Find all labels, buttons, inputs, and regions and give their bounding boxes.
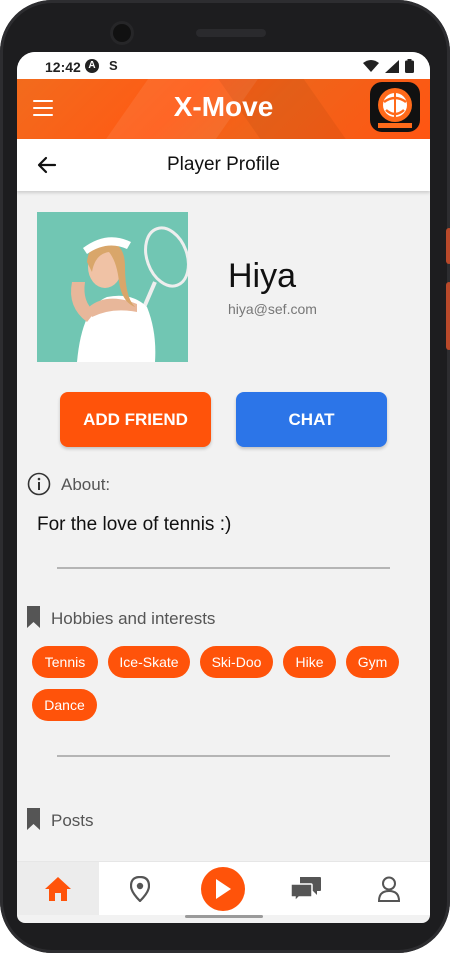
posts-label: Posts <box>51 811 94 830</box>
screen: 12:42 A S X-Move Player Profile Hiya hiy… <box>17 52 430 923</box>
location-pin-icon <box>130 875 150 902</box>
hobby-chip: Tennis <box>32 646 98 678</box>
play-button <box>201 866 245 911</box>
hobby-chip: Gym <box>346 646 399 678</box>
nav-profile[interactable] <box>348 862 430 915</box>
status-bar: 12:42 A S <box>17 52 430 79</box>
about-label: About: <box>61 475 111 494</box>
nav-chat[interactable] <box>265 862 347 915</box>
hobby-chip: Ski-Doo <box>200 646 273 678</box>
hobby-chip: Dance <box>32 689 97 721</box>
hobby-chip: Ice-Skate <box>108 646 190 678</box>
profile-email: hiya@sef.com <box>228 301 317 317</box>
hobbies-label: Hobbies and interests <box>51 609 216 628</box>
app-title: X-Move <box>173 91 274 122</box>
wifi-icon <box>363 59 379 72</box>
page-title: Player Profile <box>167 154 280 175</box>
home-icon <box>45 876 71 901</box>
divider <box>57 567 390 569</box>
speaker-grille <box>196 29 266 37</box>
volume-button <box>446 228 450 264</box>
add-friend-button[interactable]: ADD FRIEND <box>60 392 211 447</box>
battery-icon <box>405 59 414 73</box>
hobby-chip: Hike <box>283 646 336 678</box>
power-button <box>446 282 450 350</box>
person-icon <box>377 876 401 902</box>
chat-bubbles-icon <box>290 876 321 902</box>
status-icons <box>363 59 414 73</box>
divider <box>57 755 390 757</box>
bookmark-icon <box>27 808 40 830</box>
bottom-navigation <box>17 861 430 915</box>
x-move-logo <box>370 82 420 132</box>
profile-photo <box>37 212 188 362</box>
signal-icon <box>385 59 399 73</box>
about-text: For the love of tennis :) <box>37 514 232 535</box>
profile-name: Hiya <box>228 257 297 295</box>
page-header: Player Profile <box>17 139 430 191</box>
status-time: 12:42 <box>45 59 81 75</box>
chat-button[interactable]: CHAT <box>236 392 387 447</box>
notification-a-icon: A <box>85 59 99 73</box>
nav-home[interactable] <box>17 862 99 915</box>
nav-location[interactable] <box>99 862 181 915</box>
front-camera <box>113 24 131 42</box>
info-icon <box>27 472 51 496</box>
play-icon <box>216 878 231 899</box>
app-bar: X-Move <box>17 79 430 139</box>
home-indicator <box>185 915 263 918</box>
bookmark-icon <box>27 606 40 628</box>
phone-frame: 12:42 A S X-Move Player Profile Hiya hiy… <box>0 0 450 953</box>
notification-s-icon: S <box>109 58 118 73</box>
nav-play[interactable] <box>182 862 264 915</box>
